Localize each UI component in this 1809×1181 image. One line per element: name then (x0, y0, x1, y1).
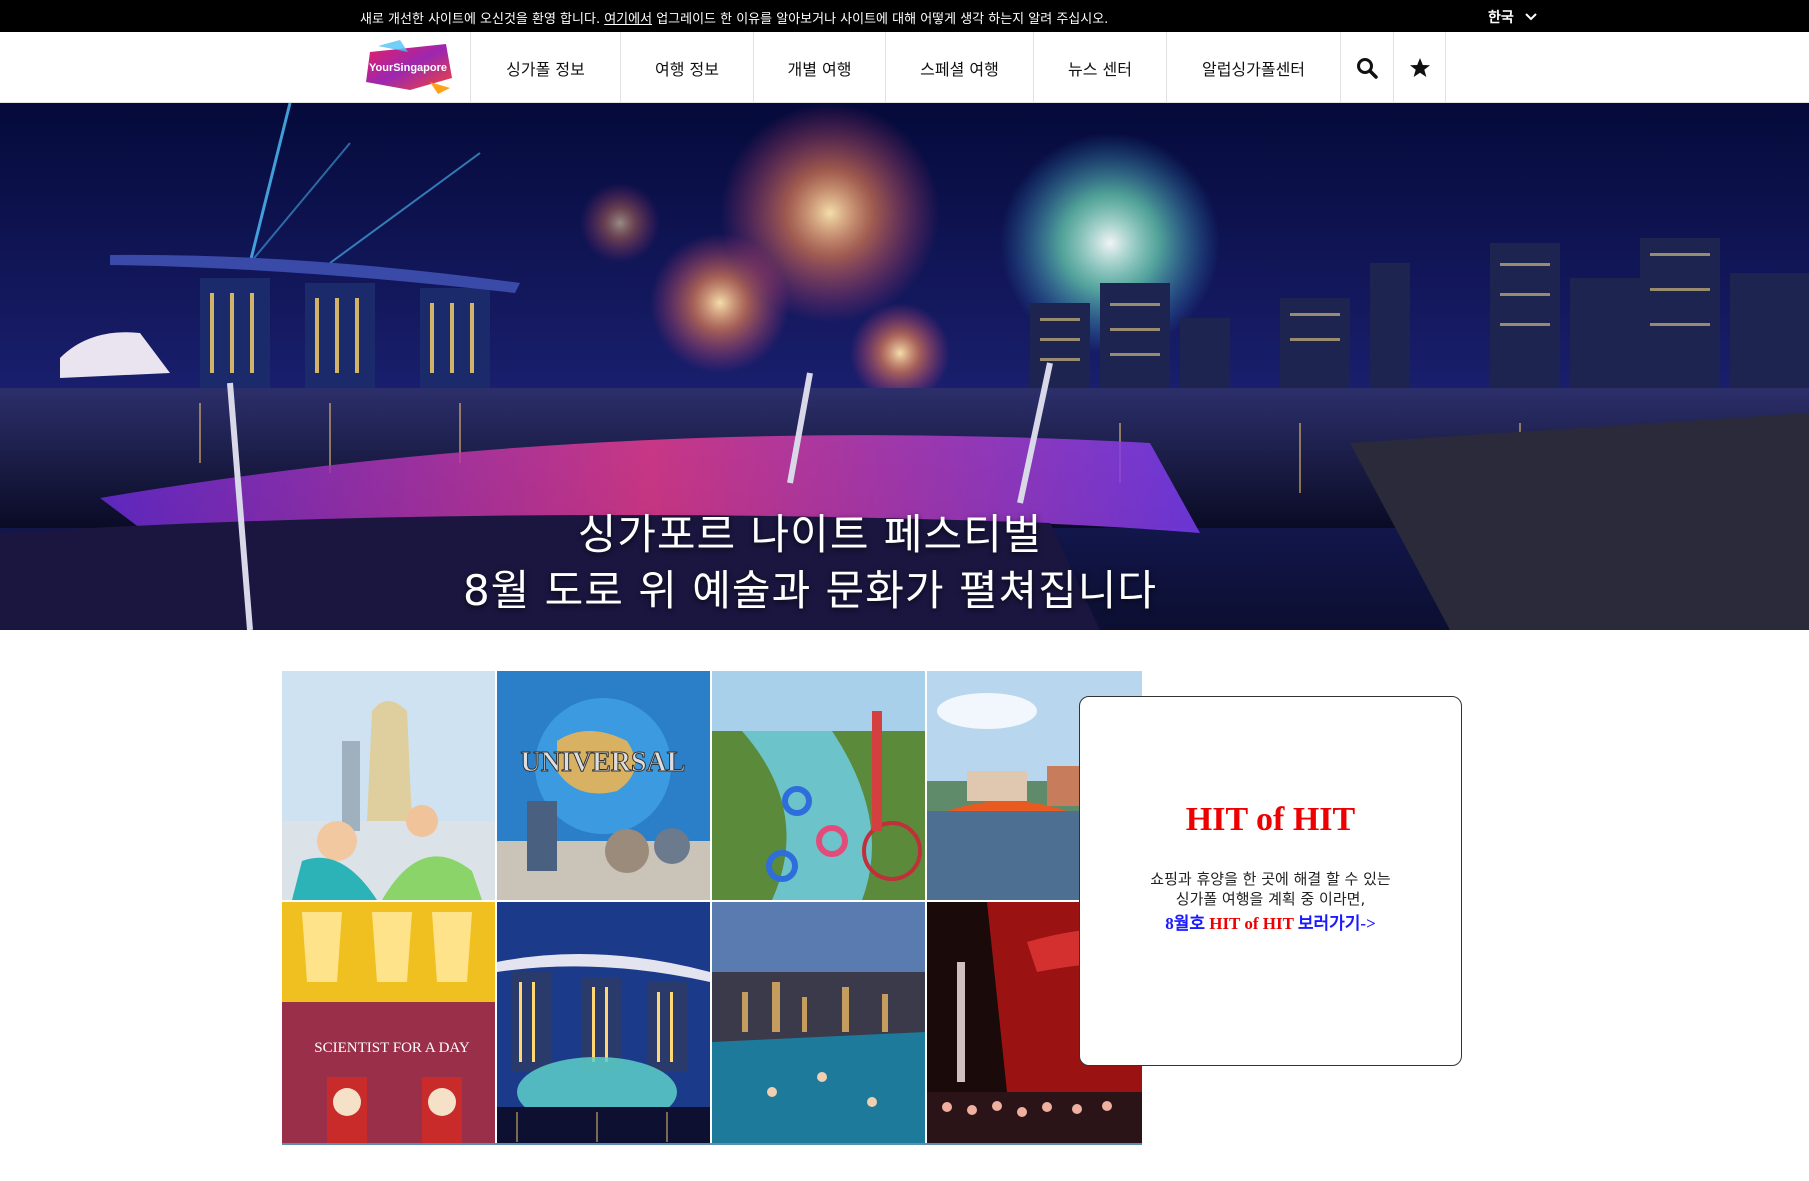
hit-link-prefix: 8월호 (1165, 914, 1210, 933)
nav-label: 개별 여행 (787, 59, 852, 79)
favorites-button[interactable] (1393, 32, 1446, 103)
hero-title-line1: 싱가포르 나이트 페스티벌 (577, 510, 1043, 559)
hit-view-link[interactable]: 8월호 HIT of HIT 보러가기-> (1080, 909, 1461, 934)
attractions-gallery: UNIVERSAL SCIENTIST FOR A DAY (282, 671, 1142, 1145)
hit-description: 쇼핑과 휴양을 한 곳에 해결 할 수 있는 싱가폴 여행을 계획 중 이라면, (1080, 869, 1461, 909)
hit-desc-line1: 쇼핑과 휴양을 한 곳에 해결 할 수 있는 (1150, 870, 1391, 888)
nav-label: 여행 정보 (655, 59, 719, 79)
star-icon (1409, 57, 1430, 77)
svg-text:UNIVERSAL: UNIVERSAL (521, 747, 686, 778)
hit-link-suffix: 보러가기-> (1293, 914, 1376, 933)
nav-menu: 싱가폴 정보 여행 정보 개별 여행 스페셜 여행 뉴스 센터 알럽싱가폴센터 (470, 32, 1446, 103)
svg-text:YourSingapore: YourSingapore (369, 62, 447, 74)
nav-item-travel-info[interactable]: 여행 정보 (620, 32, 753, 103)
main-nav: YourSingapore 싱가폴 정보 여행 정보 개별 여행 스페셜 여행 … (0, 32, 1809, 103)
hit-title: HIT of HIT (1185, 801, 1356, 838)
hero-title-line2: 8월 도로 위 예술과 문화가 펼쳐집니다 (462, 566, 1158, 615)
language-label: 한국 (1488, 10, 1514, 26)
nav-label: 스페셜 여행 (920, 59, 999, 79)
marina-bay-sands-tile[interactable] (497, 902, 710, 1143)
hit-desc-line2: 싱가폴 여행을 계획 중 이라면, (1175, 890, 1366, 908)
notice-message: 새로 개선한 사이트에 오신것을 환영 합니다. 여기에서 업그레이드 한 이유… (360, 8, 1108, 27)
water-park-tile[interactable] (712, 671, 925, 900)
nav-item-singapore-info[interactable]: 싱가폴 정보 (470, 32, 620, 103)
site-logo[interactable]: YourSingapore (360, 38, 456, 96)
nav-label: 뉴스 센터 (1068, 59, 1132, 79)
infinity-pool-tile[interactable] (712, 902, 925, 1143)
merlion-tile[interactable] (282, 671, 495, 900)
language-selector[interactable]: 한국 (1488, 7, 1538, 27)
svg-text:SCIENTIST FOR A DAY: SCIENTIST FOR A DAY (314, 1040, 470, 1056)
nav-label: 알럽싱가폴센터 (1201, 59, 1306, 79)
notice-bar: 새로 개선한 사이트에 오신것을 환영 합니다. 여기에서 업그레이드 한 이유… (0, 0, 1809, 32)
nav-item-love-singapore-center[interactable]: 알럽싱가폴센터 (1166, 32, 1340, 103)
nav-label: 싱가폴 정보 (506, 59, 585, 79)
universal-studios-tile[interactable]: UNIVERSAL (497, 671, 710, 900)
nav-item-individual-travel[interactable]: 개별 여행 (753, 32, 885, 103)
science-centre-tile[interactable]: SCIENTIST FOR A DAY (282, 902, 495, 1143)
notice-text-before: 새로 개선한 사이트에 오신것을 환영 합니다. (360, 12, 605, 27)
hit-link-highlight: HIT of HIT (1209, 914, 1294, 933)
chevron-down-icon (1525, 13, 1537, 21)
gallery-divider (282, 1143, 1142, 1145)
search-button[interactable] (1340, 32, 1393, 103)
hero-banner[interactable]: 싱가포르 나이트 페스티벌 8월 도로 위 예술과 문화가 펼쳐집니다 (0, 103, 1809, 630)
nav-item-special-travel[interactable]: 스페셜 여행 (885, 32, 1033, 103)
notice-link[interactable]: 여기에서 (604, 12, 652, 27)
hit-of-hit-card: HIT of HIT 쇼핑과 휴양을 한 곳에 해결 할 수 있는 싱가폴 여행… (1079, 696, 1462, 1066)
nav-item-news-center[interactable]: 뉴스 센터 (1033, 32, 1166, 103)
notice-text-after: 업그레이드 한 이유를 알아보거나 사이트에 대해 어떻게 생각 하는지 알려 … (652, 12, 1109, 27)
search-icon (1357, 57, 1378, 79)
